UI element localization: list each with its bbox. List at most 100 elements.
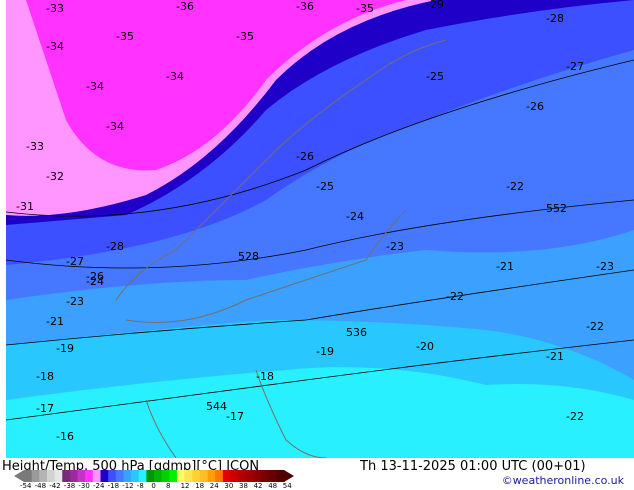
contour-label: -26	[526, 100, 544, 113]
colorbar-swatch	[176, 470, 186, 482]
contour-label: -26	[296, 150, 314, 163]
contour-label: -22	[506, 180, 524, 193]
contour-label: -16	[56, 430, 74, 443]
contour-label: -33	[26, 140, 44, 153]
colorbar-swatch	[192, 470, 201, 482]
colorbar-swatch	[46, 470, 56, 482]
colorbar-left-arrow	[14, 470, 24, 482]
contour-label: -19	[56, 342, 74, 355]
colorbar-swatch	[230, 470, 239, 482]
credit-link[interactable]: ©weatheronline.co.uk	[502, 474, 624, 487]
contour-label: -27	[66, 255, 84, 268]
colorbar-label: 18	[195, 482, 205, 490]
colorbar-swatch	[108, 470, 117, 482]
colorbar-swatch	[161, 470, 170, 482]
contour-label: -21	[46, 315, 64, 328]
colorbar-swatch	[85, 470, 94, 482]
colorbar-swatch	[245, 470, 254, 482]
colorbar-swatch	[131, 470, 140, 482]
contour-label: -21	[546, 350, 564, 363]
contour-label: 528	[238, 250, 259, 263]
colorbar-swatch	[39, 470, 48, 482]
colorbar-swatch	[123, 470, 132, 482]
contour-label: -20	[416, 340, 434, 353]
colorbar-swatch	[154, 470, 163, 482]
colorbar-swatch	[138, 470, 147, 482]
colorbar-swatch	[24, 470, 33, 482]
contour-label: -34	[46, 40, 64, 53]
colorbar-label: 12	[180, 482, 190, 490]
contour-label: -28	[546, 12, 564, 25]
contour-label: -35	[116, 30, 134, 43]
colorbar-swatch	[238, 470, 247, 482]
contour-label: -24	[346, 210, 364, 223]
contour-label: -18	[256, 370, 274, 383]
colorbar-label: -42	[49, 482, 61, 490]
contour-label: -22	[446, 290, 464, 303]
colorbar-label: 8	[166, 482, 171, 490]
contour-label: -33	[46, 2, 64, 15]
colorbar-swatch	[54, 470, 63, 482]
temperature-map: -33 -36 -36 -35 -34 -35 -35 -34 -34 -34 -33 -32 -31 -…	[6, 0, 634, 458]
colorbar-swatch	[92, 470, 101, 482]
colorbar-swatch	[69, 470, 79, 482]
contour-label: -22	[586, 320, 604, 333]
colorbar-label: -54	[20, 482, 32, 490]
contour-label: -29	[426, 0, 444, 11]
colorbar-label: 38	[239, 482, 248, 490]
contour-label: -17	[226, 410, 244, 423]
colorbar-label: -12	[122, 482, 134, 490]
contour-label: -25	[426, 70, 444, 83]
contour-label: -35	[236, 30, 254, 43]
contour-label: -34	[106, 120, 124, 133]
colorbar-swatch	[276, 470, 285, 482]
colorbar-label: 42	[253, 482, 263, 490]
colorbar-label: -24	[93, 482, 105, 490]
colorbar-swatch	[268, 470, 277, 482]
colorbar-label: -18	[107, 482, 120, 490]
contour-label: -24	[86, 275, 104, 288]
colorbar-label: 48	[268, 482, 278, 490]
colorbar-label: 30	[224, 482, 234, 490]
colorbar-swatch	[215, 470, 224, 482]
colorbar-label: 54	[282, 482, 292, 490]
colorbar-swatch	[31, 470, 40, 482]
valid-datetime: Th 13-11-2025 01:00 UTC (00+01)	[360, 459, 586, 474]
colorbar-label: 0	[151, 482, 156, 490]
colorbar-swatch	[207, 470, 216, 482]
colorbar-swatch	[146, 470, 155, 482]
colorbar-swatch	[169, 470, 178, 482]
contour-label: -27	[566, 60, 584, 73]
contour-label: 536	[346, 326, 367, 339]
colorbar-label: -8	[136, 482, 144, 490]
colorbar-swatch	[100, 470, 109, 482]
contour-label: -18	[36, 370, 54, 383]
colorbar-swatch	[253, 470, 262, 482]
contour-label: -23	[386, 240, 404, 253]
colorbar-swatch	[62, 470, 71, 482]
colorbar-label: -30	[78, 482, 90, 490]
contour-label: -36	[176, 0, 194, 13]
contour-label: -22	[566, 410, 584, 423]
colorbar-swatch	[77, 470, 86, 482]
contour-label: -17	[36, 402, 54, 415]
colorbar-swatch	[222, 470, 231, 482]
contour-label: -31	[16, 200, 34, 213]
contour-label: -23	[66, 295, 84, 308]
colorbar-right-arrow	[284, 470, 294, 482]
contour-label: -36	[296, 0, 314, 13]
colorbar-label: 24	[209, 482, 219, 490]
colorbar-swatch	[261, 470, 270, 482]
contour-label: -34	[86, 80, 104, 93]
colorbar-label: -48	[34, 482, 47, 490]
weather-map-view: -33 -36 -36 -35 -34 -35 -35 -34 -34 -34 -33 -32 -31 -…	[0, 0, 634, 490]
contour-label: 552	[546, 202, 567, 215]
contour-label: -34	[166, 70, 184, 83]
colorbar-swatch	[184, 470, 193, 482]
colorbar	[14, 470, 294, 482]
contour-label: -28	[106, 240, 124, 253]
colorbar-swatch	[199, 470, 209, 482]
contour-label: -35	[356, 2, 374, 15]
contour-label: -19	[316, 345, 334, 358]
contour-label: -23	[596, 260, 614, 273]
